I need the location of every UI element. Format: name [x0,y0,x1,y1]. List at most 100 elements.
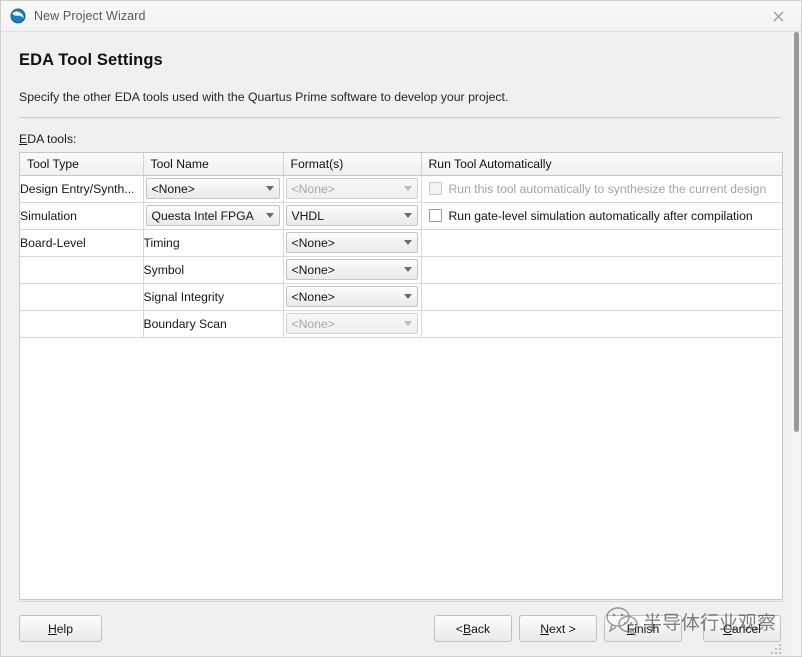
new-project-wizard-window: New Project Wizard EDA Tool Settings Spe… [0,0,802,657]
cell-tool-name: <None> [143,175,283,202]
eda-tools-label: EDA tools: [19,132,783,146]
cell-format: <None> [283,256,421,283]
chevron-down-icon [399,213,417,218]
cell-tool-type: Design Entry/Synth... [20,175,143,202]
format-value: <None> [287,236,399,250]
cell-tool-name: Boundary Scan [143,310,283,337]
close-button[interactable] [756,1,801,31]
eda-tools-label-mnemonic: E [19,132,27,146]
vertical-scrollbar[interactable] [792,32,801,656]
vertical-scrollbar-thumb[interactable] [794,32,799,432]
tool-name-dropdown[interactable]: Questa Intel FPGA [146,205,280,226]
column-header-run-tool[interactable]: Run Tool Automatically [421,153,782,175]
cancel-button-mnemonic: C [723,622,732,636]
chevron-down-icon [399,321,417,326]
format-value: <None> [287,263,399,277]
header-divider [19,117,781,118]
wizard-content: EDA Tool Settings Specify the other EDA … [1,32,801,601]
eda-tools-table: Tool Type Tool Name Format(s) Run Tool A… [20,153,782,338]
next-button-label: ext > [549,622,576,636]
chevron-down-icon [261,213,279,218]
tool-name-value: Questa Intel FPGA [147,209,261,223]
format-value: <None> [287,290,399,304]
back-button-prefix: < [456,622,463,636]
column-header-tool-name[interactable]: Tool Name [143,153,283,175]
page-subtitle: Specify the other EDA tools used with th… [19,90,783,104]
cell-format: <None> [283,175,421,202]
run-tool-row: Run this tool automatically to synthesiz… [422,176,783,202]
finish-button-mnemonic: F [627,622,634,636]
table-row: Simulation Questa Intel FPGA VHDL Run gate-… [20,202,782,229]
tool-name-value: <None> [147,182,261,196]
window-title: New Project Wizard [34,9,146,23]
cell-format: <None> [283,283,421,310]
help-button-mnemonic: H [48,622,57,636]
back-button-mnemonic: B [463,622,471,636]
format-dropdown[interactable]: <None> [286,286,418,307]
run-tool-label: Run gate-level simulation automatically … [449,209,753,223]
back-button[interactable]: < Back [434,615,512,642]
table-row: Boundary Scan <None> [20,310,782,337]
cell-tool-name: Timing [143,229,283,256]
next-button[interactable]: Next > [519,615,597,642]
tool-name-dropdown[interactable]: <None> [146,178,280,199]
cell-run-tool [421,256,782,283]
column-header-tool-type[interactable]: Tool Type [20,153,143,175]
table-row: Board-LevelTiming <None> [20,229,782,256]
cell-run-tool [421,310,782,337]
cell-tool-type [20,256,143,283]
run-tool-label: Run this tool automatically to synthesiz… [449,182,767,196]
cell-run-tool: Run gate-level simulation automatically … [421,202,782,229]
eda-tools-table-container: Tool Type Tool Name Format(s) Run Tool A… [19,152,783,600]
table-empty-area [20,337,782,338]
cell-run-tool [421,229,782,256]
table-row: Design Entry/Synth... <None> <None> Run thi… [20,175,782,202]
help-button-label: elp [57,622,73,636]
format-dropdown[interactable]: VHDL [286,205,418,226]
format-value: VHDL [287,209,399,223]
cell-tool-name: Questa Intel FPGA [143,202,283,229]
dialog-footer: Help < Back Next > Finish Cancel [19,601,783,656]
run-tool-checkbox[interactable] [429,182,442,195]
cancel-button[interactable]: Cancel [703,615,781,642]
chevron-down-icon [261,186,279,191]
cell-tool-type [20,283,143,310]
cell-run-tool [421,283,782,310]
globe-icon [10,8,26,24]
chevron-down-icon [399,267,417,272]
cell-tool-type [20,310,143,337]
run-tool-row: Run gate-level simulation automatically … [422,203,783,229]
help-button[interactable]: Help [19,615,102,642]
chevron-down-icon [399,294,417,299]
resize-grip[interactable] [770,643,782,655]
table-header-row: Tool Type Tool Name Format(s) Run Tool A… [20,153,782,175]
cell-tool-name: Signal Integrity [143,283,283,310]
column-header-formats[interactable]: Format(s) [283,153,421,175]
format-value: <None> [287,317,399,331]
cell-format: <None> [283,310,421,337]
format-value: <None> [287,182,399,196]
title-bar: New Project Wizard [1,1,801,32]
format-dropdown[interactable]: <None> [286,259,418,280]
next-button-mnemonic: N [540,622,549,636]
run-tool-checkbox[interactable] [429,209,442,222]
chevron-down-icon [399,240,417,245]
finish-button[interactable]: Finish [604,615,682,642]
cell-tool-type: Board-Level [20,229,143,256]
cell-run-tool: Run this tool automatically to synthesiz… [421,175,782,202]
cell-tool-type: Simulation [20,202,143,229]
finish-button-label: inish [634,622,659,636]
table-row: Signal Integrity <None> [20,283,782,310]
cancel-button-label: ancel [732,622,761,636]
table-row: Symbol <None> [20,256,782,283]
format-dropdown[interactable]: <None> [286,313,418,334]
page-title: EDA Tool Settings [19,51,783,70]
chevron-down-icon [399,186,417,191]
back-button-label: ack [471,622,490,636]
cell-format: <None> [283,229,421,256]
format-dropdown[interactable]: <None> [286,232,418,253]
cell-format: VHDL [283,202,421,229]
format-dropdown[interactable]: <None> [286,178,418,199]
eda-tools-table-body: Design Entry/Synth... <None> <None> Run thi… [20,175,782,338]
cell-tool-name: Symbol [143,256,283,283]
